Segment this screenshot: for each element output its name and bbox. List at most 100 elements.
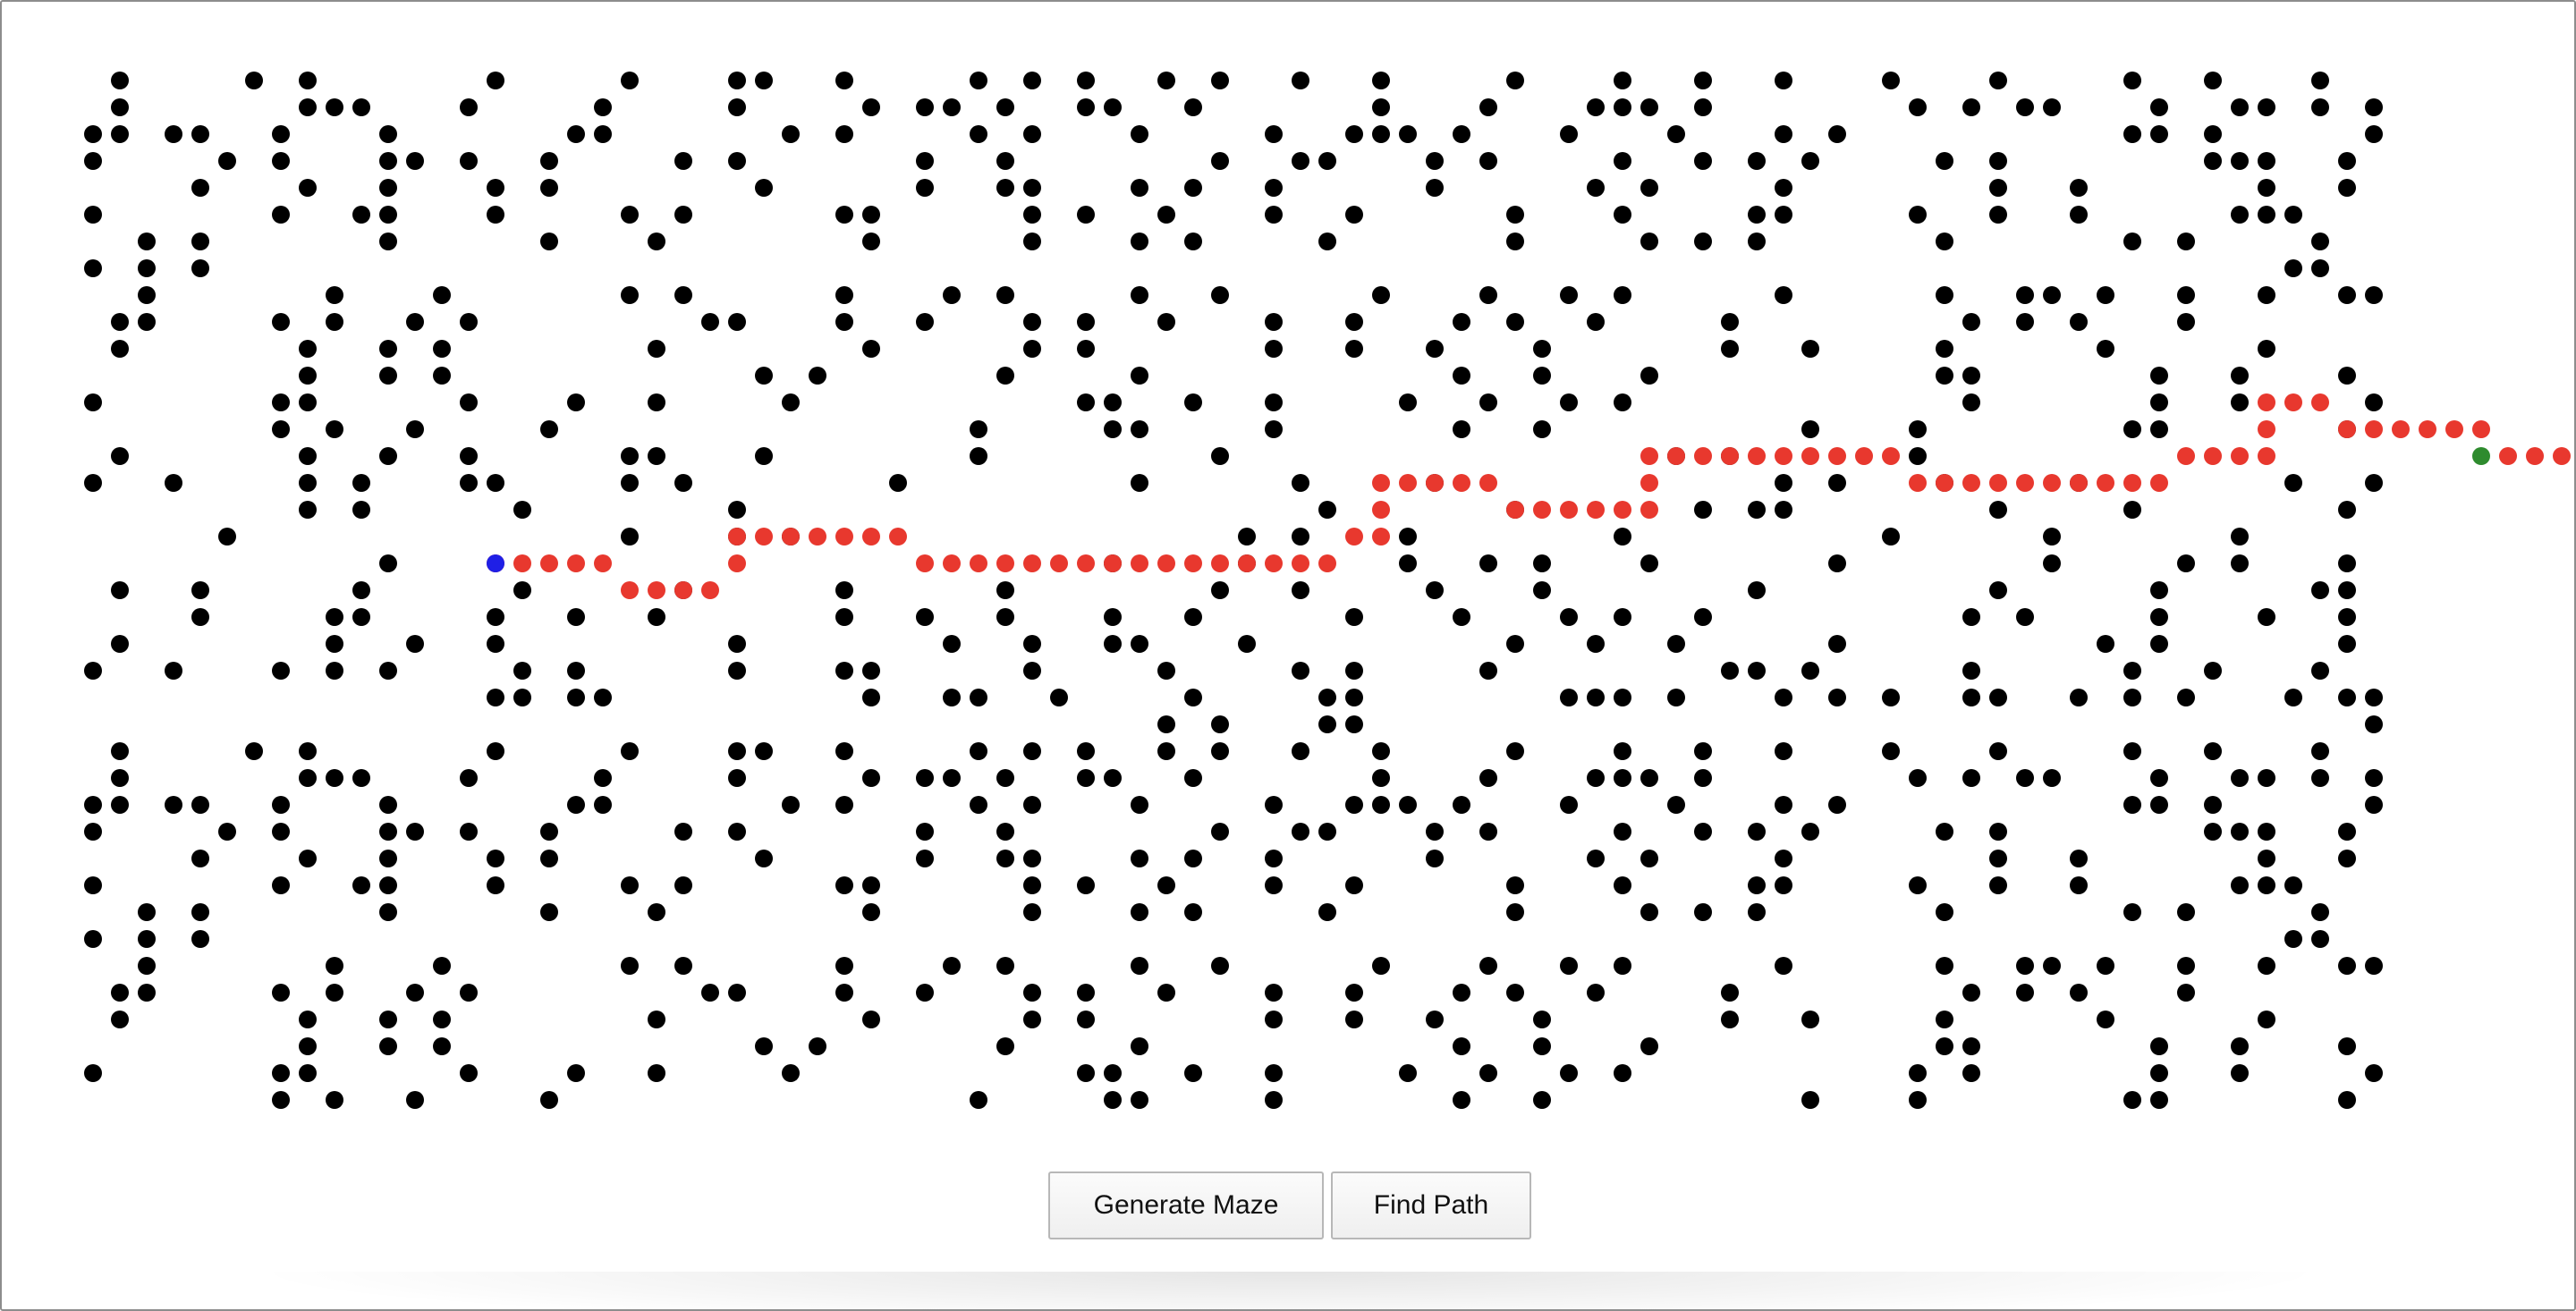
wall-cell xyxy=(2016,957,2034,975)
wall-cell xyxy=(2311,581,2329,599)
wall-cell xyxy=(1828,125,1846,143)
path-cell xyxy=(2499,447,2517,465)
wall-cell xyxy=(1614,823,1631,841)
wall-cell xyxy=(379,662,397,680)
wall-cell xyxy=(84,259,102,277)
wall-cell xyxy=(1318,501,1336,519)
wall-cell xyxy=(1614,1064,1631,1082)
wall-cell xyxy=(835,313,853,331)
wall-cell xyxy=(1962,769,1980,787)
wall-cell xyxy=(1667,689,1685,706)
wall-cell xyxy=(1211,715,1229,733)
wall-cell xyxy=(1157,742,1175,760)
path-cell xyxy=(1882,447,1900,465)
wall-cell xyxy=(1748,823,1766,841)
wall-cell xyxy=(111,313,129,331)
wall-cell xyxy=(2043,554,2061,572)
wall-cell xyxy=(916,769,934,787)
wall-cell xyxy=(299,340,317,358)
wall-cell xyxy=(326,662,343,680)
path-cell xyxy=(2311,393,2329,411)
wall-cell xyxy=(648,393,665,411)
wall-cell xyxy=(460,1064,478,1082)
wall-cell xyxy=(379,152,397,170)
path-cell xyxy=(1989,474,2007,492)
wall-cell xyxy=(165,796,182,814)
generate-maze-button[interactable]: Generate Maze xyxy=(1048,1171,1324,1239)
wall-cell xyxy=(84,876,102,894)
wall-cell xyxy=(1909,769,1927,787)
wall-cell xyxy=(1882,528,1900,546)
wall-cell xyxy=(1479,823,1497,841)
wall-cell xyxy=(835,984,853,1002)
wall-cell xyxy=(1801,420,1819,438)
wall-cell xyxy=(111,447,129,465)
path-cell xyxy=(2097,474,2114,492)
wall-cell xyxy=(1614,769,1631,787)
find-path-button[interactable]: Find Path xyxy=(1331,1171,1531,1239)
wall-cell xyxy=(1801,1091,1819,1109)
path-cell xyxy=(2123,474,2141,492)
wall-cell xyxy=(84,662,102,680)
wall-cell xyxy=(1614,742,1631,760)
wall-cell xyxy=(1426,823,1444,841)
wall-cell xyxy=(2258,850,2275,867)
wall-cell xyxy=(1131,125,1148,143)
wall-cell xyxy=(996,367,1014,385)
wall-cell xyxy=(218,528,236,546)
wall-cell xyxy=(1721,662,1739,680)
wall-cell xyxy=(1050,689,1068,706)
wall-cell xyxy=(326,420,343,438)
path-cell xyxy=(2070,474,2088,492)
wall-cell xyxy=(2123,903,2141,921)
wall-cell xyxy=(2123,501,2141,519)
solution-path xyxy=(487,393,2571,599)
wall-cell xyxy=(513,501,531,519)
wall-cell xyxy=(2043,98,2061,116)
wall-cell xyxy=(1023,742,1041,760)
wall-cell xyxy=(1131,420,1148,438)
wall-cell xyxy=(84,1064,102,1082)
wall-cell xyxy=(1828,635,1846,653)
wall-cell xyxy=(191,796,209,814)
wall-cell xyxy=(379,876,397,894)
wall-cell xyxy=(2043,528,2061,546)
wall-cell xyxy=(1265,796,1283,814)
wall-cell xyxy=(1989,501,2007,519)
wall-cell xyxy=(2311,769,2329,787)
wall-cell xyxy=(728,662,746,680)
wall-cell xyxy=(1426,152,1444,170)
wall-cell xyxy=(84,823,102,841)
wall-cell xyxy=(2123,420,2141,438)
wall-cell xyxy=(594,769,612,787)
wall-cell xyxy=(460,98,478,116)
wall-cell xyxy=(379,340,397,358)
wall-cell xyxy=(2204,823,2222,841)
wall-cell xyxy=(433,957,451,975)
wall-cell xyxy=(1077,98,1095,116)
path-cell xyxy=(1131,554,1148,572)
wall-cell xyxy=(1399,1064,1417,1082)
wall-cell xyxy=(728,769,746,787)
wall-cell xyxy=(1211,742,1229,760)
wall-cell xyxy=(1667,125,1685,143)
wall-cell xyxy=(1828,796,1846,814)
wall-cell xyxy=(1131,233,1148,250)
wall-cell xyxy=(996,608,1014,626)
wall-cell xyxy=(1748,501,1766,519)
wall-cell xyxy=(701,984,719,1002)
path-cell xyxy=(2526,447,2544,465)
wall-cell xyxy=(1345,662,1363,680)
path-cell xyxy=(809,528,826,546)
wall-cell xyxy=(1694,152,1712,170)
wall-cell xyxy=(218,152,236,170)
wall-cell xyxy=(1506,742,1524,760)
wall-cell xyxy=(1936,367,1953,385)
wall-cell xyxy=(191,608,209,626)
wall-cell xyxy=(2311,930,2329,948)
wall-cell xyxy=(1184,393,1202,411)
wall-cell xyxy=(1748,903,1766,921)
end-cell xyxy=(2472,447,2490,465)
wall-cell xyxy=(1614,689,1631,706)
wall-cell xyxy=(272,876,290,894)
